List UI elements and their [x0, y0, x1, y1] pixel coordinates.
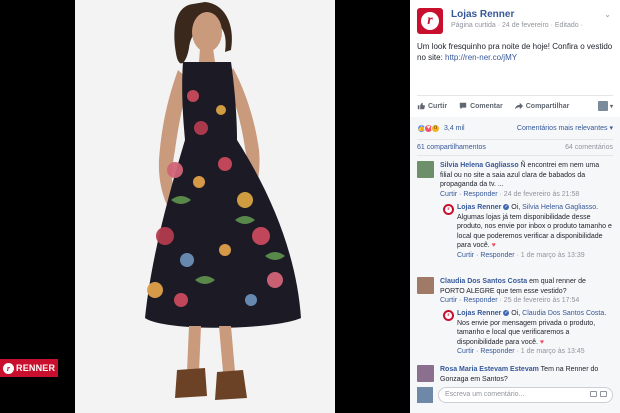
heart-icon: ♥: [491, 242, 496, 249]
comment-author[interactable]: Lojas Renner: [457, 310, 501, 317]
verified-badge-icon: ✓: [503, 204, 510, 211]
camera-icon[interactable]: [590, 391, 597, 397]
facebook-photo-viewer: r RENNER r Lojas Renner Página curtida ·…: [0, 0, 620, 413]
comments-count: 64 comentários: [565, 144, 613, 151]
comment-sort-dropdown[interactable]: Comentários mais relevantes ▾: [517, 124, 613, 132]
post-panel: r Lojas Renner Página curtida · 24 de fe…: [410, 0, 620, 413]
avatar[interactable]: [417, 365, 434, 382]
divider: [417, 155, 613, 156]
comment-links: Curtir · Responder · 1 de março às 13:45: [457, 348, 585, 355]
comment-item: Rosa Maria Estevam Estevam Tem na Renner…: [440, 365, 612, 384]
comment-time: · 1 de março às 13:45: [514, 348, 585, 355]
comment-author[interactable]: Rosa Maria Estevam Estevam: [440, 366, 539, 373]
avatar[interactable]: [417, 277, 434, 294]
photo-panel[interactable]: r RENNER: [0, 0, 410, 413]
renner-watermark: r RENNER: [0, 359, 58, 377]
reply-prefix: Oi,: [511, 204, 521, 211]
avatar[interactable]: r: [443, 204, 454, 215]
comment-item: Silvia Helena Gagliasso Ñ encontrei em n…: [440, 161, 612, 199]
like-button[interactable]: Curtir: [417, 102, 447, 110]
sticker-icon[interactable]: [600, 391, 607, 397]
verified-badge-icon: ✓: [503, 310, 510, 317]
comment-action-links[interactable]: Curtir · Responder: [457, 348, 515, 355]
heart-icon: ♥: [539, 338, 545, 346]
shares-row: 61 compartilhamentos 64 comentários: [417, 144, 613, 151]
divider: [417, 95, 613, 96]
comment-action-links[interactable]: Curtir · Responder: [457, 252, 515, 259]
comment-author[interactable]: Silvia Helena Gagliasso: [440, 162, 519, 169]
post-as-selector[interactable]: ▾: [597, 101, 613, 111]
comment-item: Claudia Dos Santos Costa em qual renner …: [440, 277, 612, 306]
comment-action-links[interactable]: Curtir · Responder: [440, 297, 498, 304]
comment-links: Curtir · Responder · 1 de março às 13:39: [457, 252, 585, 259]
mention-link[interactable]: Claudia Dos Santos Costa: [522, 310, 604, 317]
share-button[interactable]: Compartilhar: [514, 102, 569, 110]
brand-badge-text: RENNER: [16, 363, 56, 373]
renner-logo-icon: r: [421, 12, 439, 30]
comment-action-links[interactable]: Curtir · Responder: [440, 191, 498, 198]
shares-count[interactable]: 61 compartilhamentos: [417, 144, 486, 151]
post-link[interactable]: http://ren-ner.co/jMY: [445, 53, 517, 62]
page-avatar[interactable]: r: [417, 8, 443, 34]
comment-time: · 25 de fevereiro às 17:54: [497, 297, 580, 304]
write-comment-box: Escreva um comentário...: [417, 385, 613, 405]
avatar[interactable]: [417, 161, 434, 178]
comment-time: · 1 de março às 13:39: [514, 251, 585, 259]
caret-down-icon: ▾: [609, 103, 613, 110]
comment-input-icons: [590, 391, 607, 397]
comment-links: Curtir · Responder · 24 de fevereiro às …: [440, 191, 579, 198]
post-actions: Curtir Comentar Compartilhar ▾: [417, 99, 613, 113]
renner-logo-icon: r: [445, 206, 452, 213]
comment-links: Curtir · Responder · 25 de fevereiro às …: [440, 297, 579, 304]
comment-author[interactable]: Lojas Renner: [457, 204, 501, 211]
reaction-count[interactable]: 3,4 mil: [444, 125, 465, 132]
comment-button[interactable]: Comentar: [459, 102, 503, 110]
post-header: r Lojas Renner Página curtida · 24 de fe…: [417, 8, 613, 36]
post-meta: Página curtida · 24 de fevereiro · Edita…: [451, 22, 583, 29]
share-arrow-icon: [514, 102, 523, 110]
comment-time: · 24 de fevereiro às 21:58: [497, 190, 580, 198]
renner-logo-icon: r: [3, 362, 14, 374]
avatar: [597, 101, 608, 111]
comment-input[interactable]: Escreva um comentário...: [438, 387, 613, 403]
wow-reaction-icon: o: [431, 123, 440, 133]
comment-icon: [459, 102, 467, 110]
post-text: Um look fresquinho pra noite de hoje! Co…: [417, 41, 613, 63]
reactions-summary[interactable]: 👍 ♥ o 3,4 mil Comentários mais relevante…: [417, 122, 613, 134]
reply-prefix: Oi,: [511, 310, 521, 317]
renner-logo-icon: r: [445, 312, 452, 319]
avatar[interactable]: r: [443, 310, 454, 321]
avatar: [417, 387, 433, 403]
reply-item: Lojas Renner ✓ Oi, Silvia Helena Gaglias…: [457, 203, 612, 260]
chevron-down-icon[interactable]: ⌄: [604, 10, 611, 19]
reply-item: Lojas Renner ✓ Oi, Claudia Dos Santos Co…: [457, 309, 612, 357]
divider: [417, 139, 613, 140]
model-photo: [145, 2, 301, 400]
thumbs-up-icon: [417, 102, 425, 110]
page-name-link[interactable]: Lojas Renner: [451, 9, 514, 20]
mention-link[interactable]: Silvia Helena Gagliasso: [522, 204, 596, 211]
comment-author[interactable]: Claudia Dos Santos Costa: [440, 278, 527, 285]
